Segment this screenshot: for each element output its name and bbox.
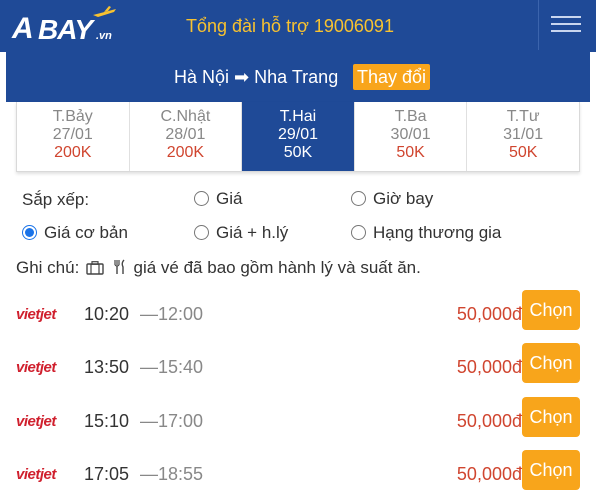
arrow-right-icon: ➡ <box>234 67 250 87</box>
date-day: C.Nhật <box>160 108 211 125</box>
choose-flight-button[interactable]: Chọn <box>522 397 580 437</box>
route-from: Hà Nội <box>174 67 230 87</box>
date-tab[interactable]: T.Ba 30/01 50K <box>355 102 468 171</box>
vietjet-logo: vietjet <box>16 359 56 376</box>
flight-price: 50,000đ <box>456 357 522 377</box>
fare-note: Ghi chú: giá vé đã bao gồm hành lý và su… <box>16 258 421 278</box>
menu-icon <box>551 16 581 18</box>
date-tab-selected[interactable]: T.Hai 29/01 50K <box>242 102 355 171</box>
date-price: 50K <box>508 144 538 161</box>
abay-logo[interactable]: A BAY .vn <box>10 6 130 46</box>
sort-option-label: Giá cơ bản <box>44 223 128 242</box>
logo-text: BAY <box>38 14 93 45</box>
flight-row: vietjet 17:05 —18:55 50,000đ Chọn <box>0 450 596 500</box>
luggage-icon <box>86 261 104 275</box>
sort-option-label: Giá <box>216 189 243 208</box>
hotline-text[interactable]: Tổng đài hỗ trợ 19006091 <box>186 16 394 37</box>
arrival-time: —12:00 <box>140 304 204 324</box>
date-value: 29/01 <box>277 126 318 143</box>
flight-row: vietjet 10:20 —12:00 50,000đ Chọn <box>0 290 596 356</box>
date-tab[interactable]: T.Tư 31/01 50K <box>467 102 579 171</box>
meal-icon <box>114 259 125 274</box>
flight-price: 50,000đ <box>456 304 522 324</box>
date-day: T.Bảy <box>52 108 93 125</box>
date-price: 50K <box>283 144 313 161</box>
date-tab[interactable]: C.Nhật 28/01 200K <box>130 102 243 171</box>
arrival-time: —18:55 <box>140 464 204 484</box>
radio-button-selected[interactable] <box>22 225 37 240</box>
departure-time: 15:10 <box>84 411 130 431</box>
flight-row: vietjet 15:10 —17:00 50,000đ Chọn <box>0 397 596 463</box>
route-to: Nha Trang <box>254 67 339 87</box>
date-day: T.Ba <box>394 108 427 125</box>
choose-flight-button[interactable]: Chọn <box>522 450 580 490</box>
top-header: A BAY .vn Tổng đài hỗ trợ 19006091 <box>0 0 596 52</box>
date-price: 200K <box>166 144 205 161</box>
departure-time: 10:20 <box>84 304 130 324</box>
date-value: 31/01 <box>503 126 544 143</box>
sort-option-label: Giá + h.lý <box>216 223 289 242</box>
date-selector: T.Bảy 27/01 200K C.Nhật 28/01 200K T.Hai… <box>16 102 580 172</box>
logo-suffix: .vn <box>96 30 112 42</box>
vietjet-logo: vietjet <box>16 466 56 483</box>
flight-price: 50,000đ <box>456 464 522 484</box>
departure-time: 13:50 <box>84 357 130 377</box>
date-price: 50K <box>396 144 425 161</box>
logo-mark: A <box>12 12 34 45</box>
vietjet-logo: vietjet <box>16 306 56 323</box>
date-value: 30/01 <box>390 126 431 143</box>
radio-button[interactable] <box>351 191 366 206</box>
arrival-time: —15:40 <box>140 357 204 377</box>
date-value: 27/01 <box>52 126 93 143</box>
note-text: giá vé đã bao gồm hành lý và suất ăn. <box>133 258 421 277</box>
airplane-icon <box>93 6 116 17</box>
flight-row: vietjet 13:50 —15:40 50,000đ Chọn <box>0 343 596 409</box>
arrival-time: —17:00 <box>140 411 204 431</box>
sort-label: Sắp xếp: <box>22 190 90 209</box>
change-route-button[interactable]: Thay đổi <box>353 64 431 90</box>
departure-time: 17:05 <box>84 464 130 484</box>
date-tab[interactable]: T.Bảy 27/01 200K <box>17 102 130 171</box>
note-prefix: Ghi chú: <box>16 258 80 277</box>
sort-option-label: Giờ bay <box>373 189 434 208</box>
date-day: T.Hai <box>279 108 317 125</box>
date-price: 200K <box>54 144 92 161</box>
flight-price: 50,000đ <box>456 411 522 431</box>
sort-option-label: Hạng thương gia <box>373 223 502 242</box>
radio-button[interactable] <box>194 191 209 206</box>
choose-flight-button[interactable]: Chọn <box>522 290 580 330</box>
choose-flight-button[interactable]: Chọn <box>522 343 580 383</box>
vietjet-logo: vietjet <box>16 413 56 430</box>
route-summary: Hà Nội ➡ Nha Trang <box>174 67 338 88</box>
radio-button[interactable] <box>351 225 366 240</box>
radio-button[interactable] <box>194 225 209 240</box>
hamburger-menu-button[interactable] <box>538 0 594 50</box>
date-day: T.Tư <box>506 108 540 125</box>
route-bar: Hà Nội ➡ Nha Trang Thay đổi <box>6 52 590 102</box>
date-value: 28/01 <box>165 126 206 143</box>
